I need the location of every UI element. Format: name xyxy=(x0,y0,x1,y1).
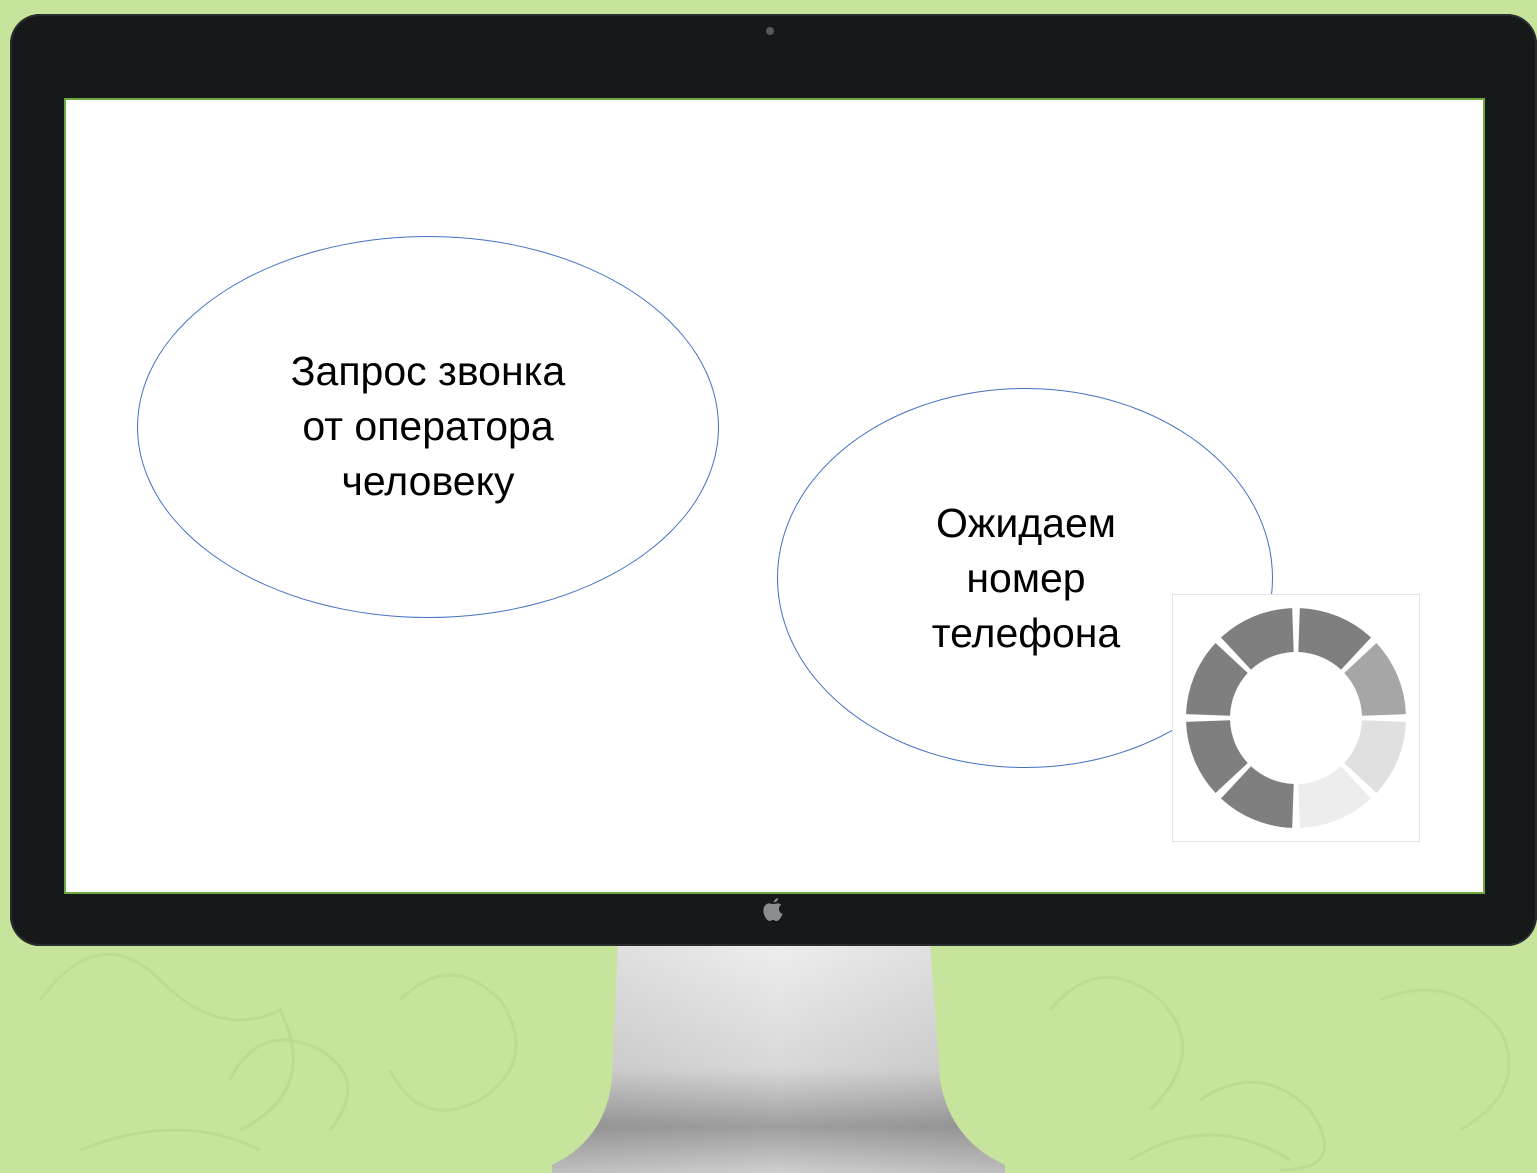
webcam-icon xyxy=(766,27,774,35)
monitor-bezel: Запрос звонка от оператора человеку Ожид… xyxy=(10,14,1537,946)
screen: Запрос звонка от оператора человеку Ожид… xyxy=(64,98,1485,894)
apple-logo-icon xyxy=(763,898,783,921)
loading-spinner xyxy=(1172,594,1420,842)
request-call-text: Запрос звонка от оператора человеку xyxy=(290,348,566,504)
loading-spinner-icon xyxy=(1186,608,1406,828)
awaiting-phone-text: Ожидаем номер телефона xyxy=(931,500,1121,656)
